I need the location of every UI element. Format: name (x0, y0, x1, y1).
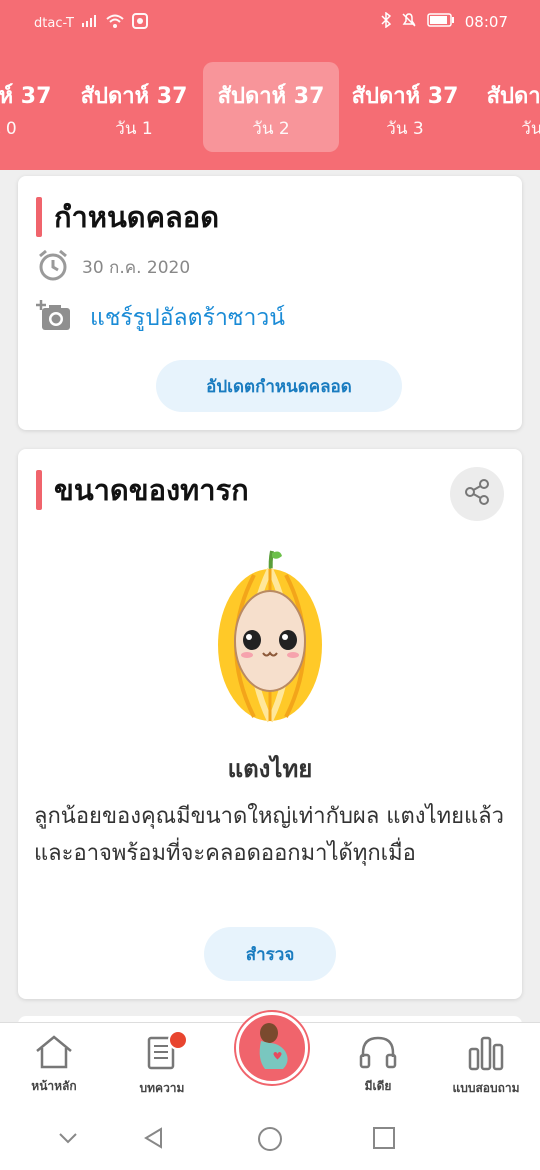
article-icon (145, 1036, 179, 1075)
due-date-value: 30 ก.ค. 2020 (82, 257, 191, 278)
status-bar: dtac-T 08:07 (0, 0, 540, 46)
home-circle-icon[interactable] (257, 1126, 283, 1156)
week-label: สัปดาห์ 37 (80, 84, 188, 109)
week-tab-4[interactable]: สัปดาห์ 37 วัน 4 (472, 62, 540, 152)
week-tab-2-selected[interactable]: สัปดาห์ 37 วัน 2 (203, 62, 339, 152)
share-icon (463, 478, 491, 510)
battery-icon (427, 13, 455, 31)
nav-quiz[interactable]: แบบสอบถาม (436, 1035, 536, 1098)
add-photo-icon (36, 300, 72, 336)
status-left: dtac-T (34, 13, 148, 33)
carrier-label: dtac-T (34, 15, 74, 31)
week-tab-1[interactable]: สัปดาห์ 37 วัน 1 (66, 62, 202, 152)
nav-media-label: มีเดีย (364, 1079, 392, 1093)
baby-size-description: ลูกน้อยของคุณมีขนาดใหญ่เท่ากับผล แตงไทยแ… (34, 804, 504, 866)
alarm-clock-icon (36, 248, 70, 286)
home-icon (34, 1035, 74, 1073)
due-date-title: กำหนดคลอด (54, 200, 220, 234)
pregnancy-center-button[interactable] (236, 1012, 308, 1084)
baby-size-card: ขนาดของทารก แตงไทย ลูกน้อยของคุณมีขนาดให… (18, 449, 522, 999)
day-label: วัน 3 (386, 119, 424, 139)
nav-home[interactable]: หน้าหลัก (4, 1035, 104, 1096)
week-label: สัปดาห์ 37 (486, 84, 540, 109)
chevron-down-icon[interactable] (56, 1126, 80, 1154)
pregnant-woman-icon (249, 1021, 295, 1075)
fruit-name: แตงไทย (227, 755, 313, 783)
recents-square-icon[interactable] (372, 1126, 396, 1154)
share-ultrasound-link[interactable]: แชร์รูปอัลตร้าซาวน์ (90, 300, 285, 336)
day-label: วัน 0 (0, 119, 17, 139)
card-title: ขนาดของทารก (36, 467, 249, 513)
due-date-row: 30 ก.ค. 2020 (36, 248, 190, 286)
headphones-icon (359, 1036, 397, 1073)
camera-status-icon (131, 13, 148, 33)
bar-chart-icon (467, 1036, 505, 1075)
update-due-date-button[interactable]: อัปเดตกำหนดคลอด (156, 360, 402, 412)
title-accent-bar (36, 197, 42, 237)
nav-quiz-label: แบบสอบถาม (452, 1081, 520, 1095)
day-label: วัน 2 (252, 119, 290, 139)
week-label: สัปดาห์ 37 (0, 84, 52, 109)
nav-articles[interactable]: บทความ (112, 1035, 212, 1098)
status-right: 08:07 (381, 11, 508, 32)
week-tab-0[interactable]: สัปดาห์ 37 วัน 0 (0, 62, 66, 152)
week-selector[interactable]: สัปดาห์ 37 วัน 0 สัปดาห์ 37 วัน 1 สัปดาห… (0, 46, 540, 170)
share-ultrasound-row[interactable]: แชร์รูปอัลตร้าซาวน์ (36, 300, 285, 336)
mute-bell-icon (401, 12, 417, 32)
day-label: วัน 1 (115, 119, 153, 139)
title-accent-bar (36, 470, 42, 510)
week-tab-3[interactable]: สัปดาห์ 37 วัน 3 (337, 62, 473, 152)
share-button[interactable] (450, 467, 504, 521)
nav-media[interactable]: มีเดีย (328, 1035, 428, 1096)
explore-button[interactable]: สำรวจ (204, 927, 336, 981)
bluetooth-icon (381, 11, 391, 32)
week-label: สัปดาห์ 37 (351, 84, 459, 109)
nav-articles-label: บทความ (139, 1081, 185, 1095)
day-label: วัน 4 (521, 119, 540, 139)
baby-size-title: ขนาดของทารก (54, 473, 249, 507)
system-nav-bar (0, 1110, 540, 1170)
due-date-card: กำหนดคลอด 30 ก.ค. 2020 แชร์รูปอัลตร้าซาว… (18, 176, 522, 430)
week-label: สัปดาห์ 37 (217, 84, 325, 109)
wifi-icon (106, 14, 124, 32)
card-title: กำหนดคลอด (36, 194, 219, 240)
signal-icon (81, 15, 98, 31)
clock-time: 08:07 (464, 13, 508, 31)
notification-badge (168, 1030, 188, 1050)
back-icon[interactable] (142, 1126, 166, 1154)
nav-home-label: หน้าหลัก (31, 1079, 77, 1093)
cantaloupe-illustration (214, 547, 326, 725)
